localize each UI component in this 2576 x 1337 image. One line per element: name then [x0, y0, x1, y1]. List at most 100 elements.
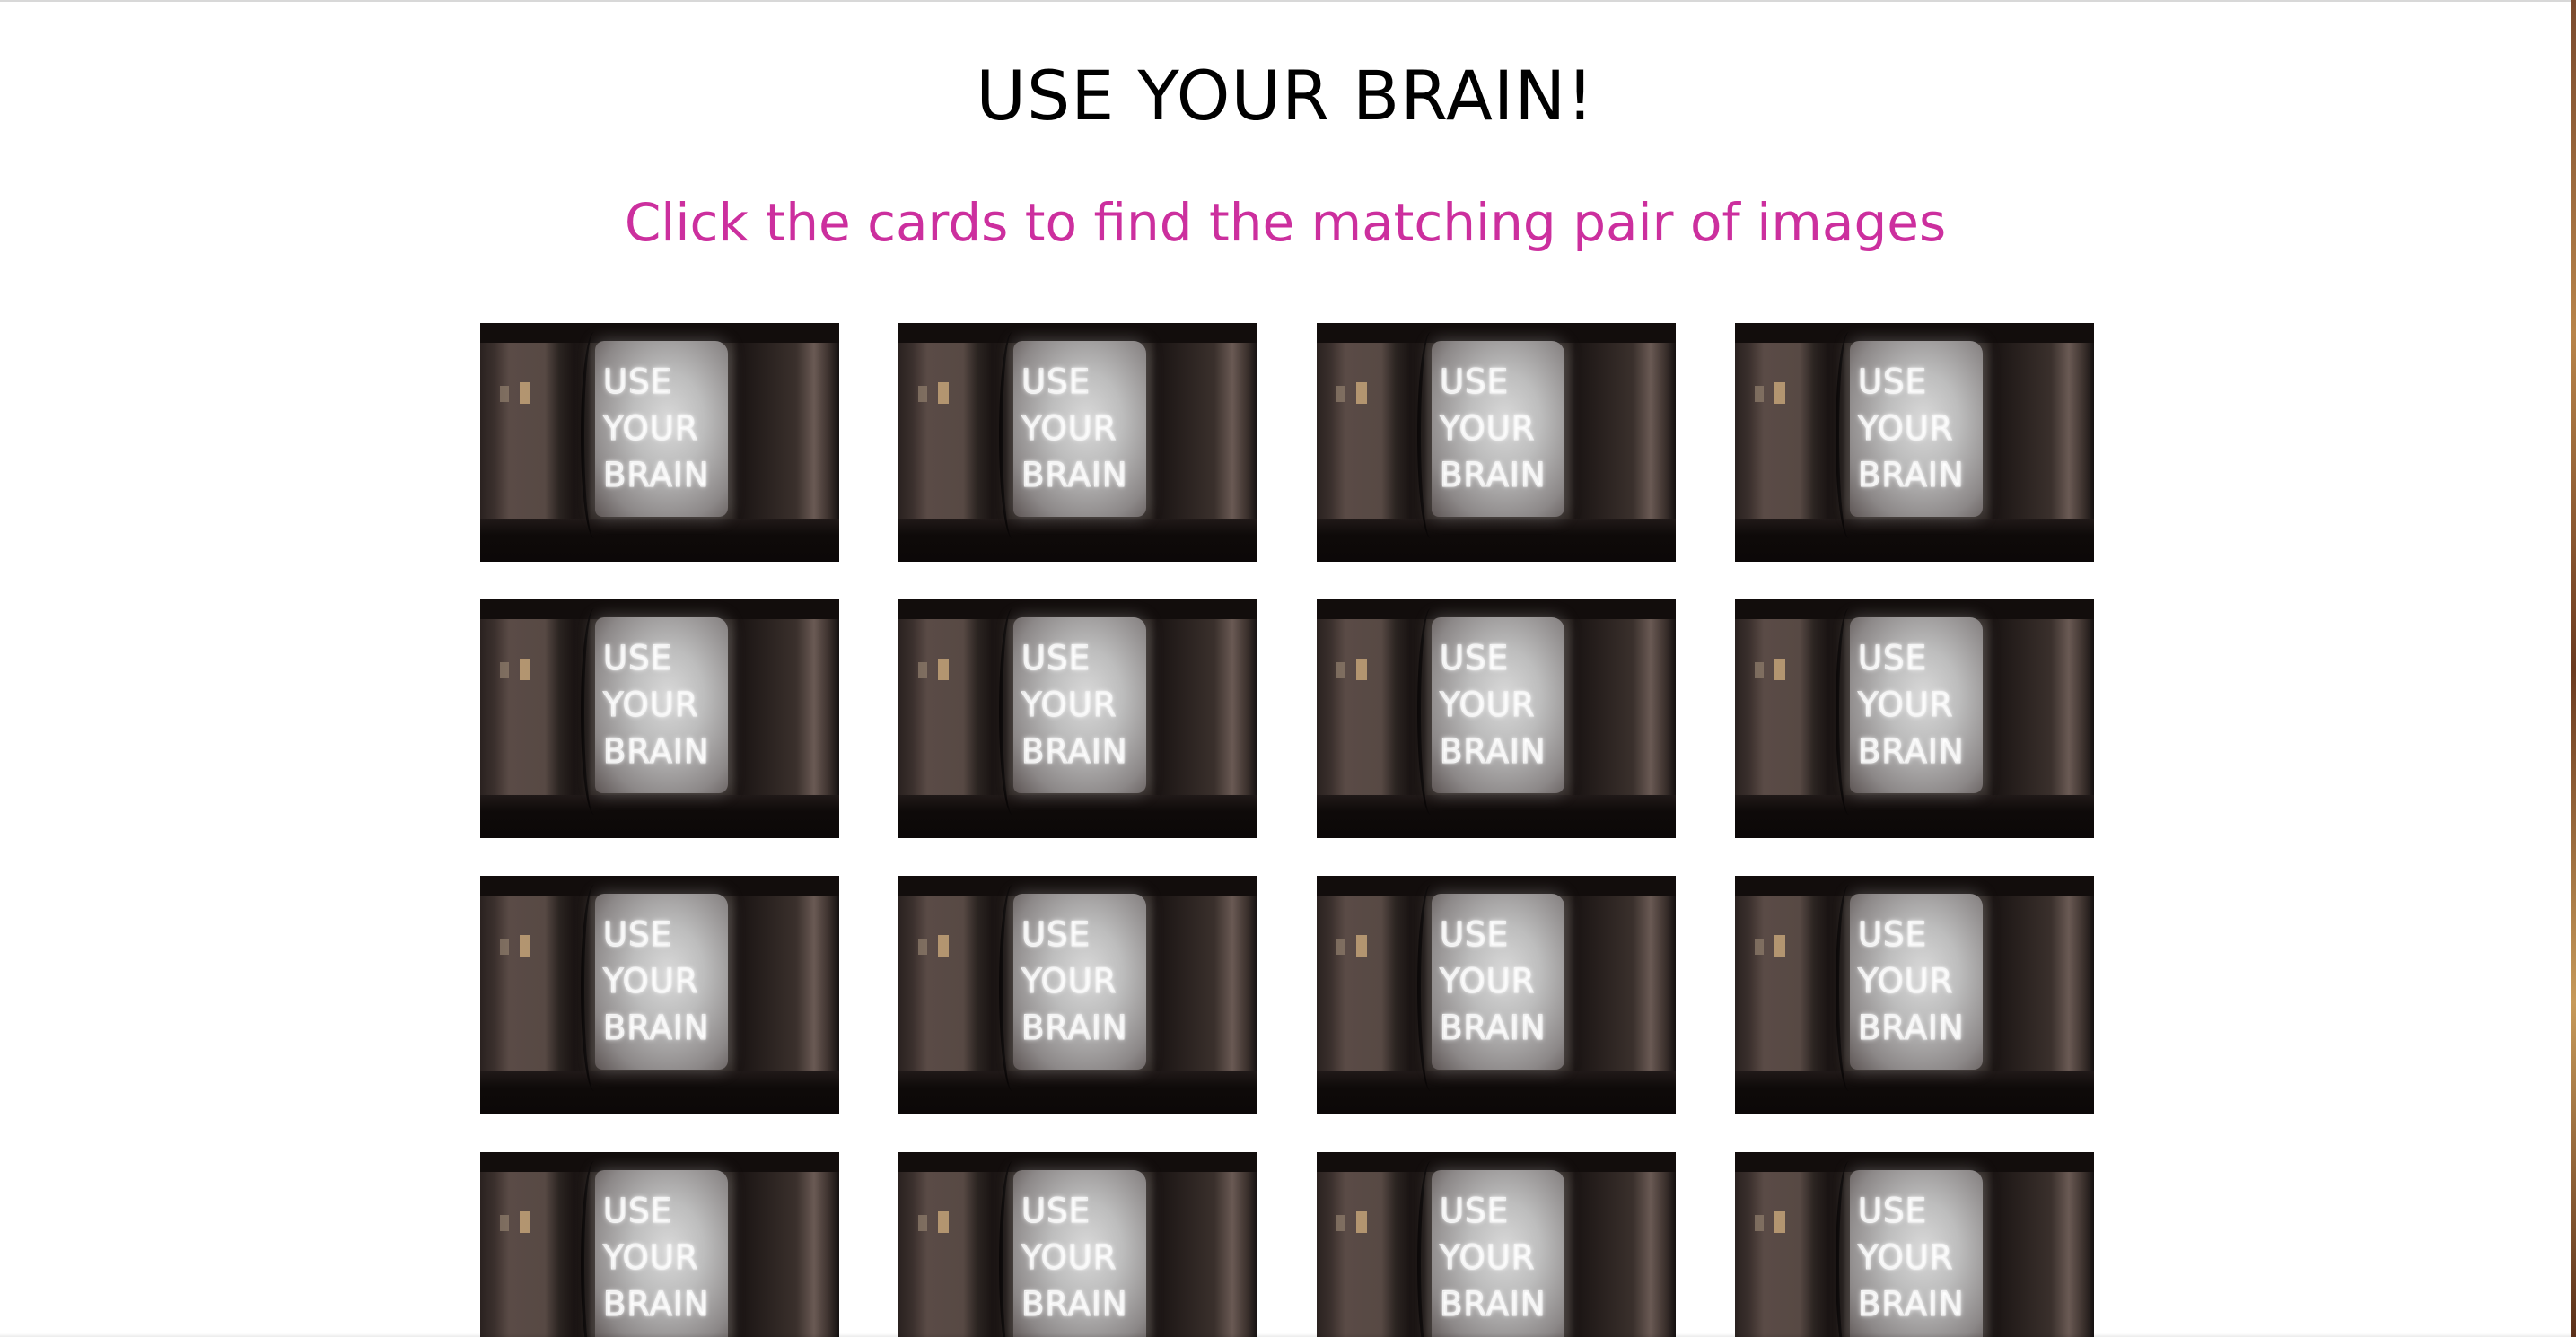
card-back-line: YOUR [1440, 409, 1536, 449]
card-back-text: USE YOUR BRAIN [1021, 1188, 1147, 1328]
card-back-line: USE [1440, 363, 1509, 402]
memory-card[interactable]: USE YOUR BRAIN [1735, 1152, 2094, 1337]
card-back-line: YOUR [1440, 1238, 1536, 1278]
card-back-line: BRAIN [603, 1009, 710, 1048]
card-back-text: USE YOUR BRAIN [603, 635, 729, 775]
card-back-line: YOUR [1858, 409, 1954, 449]
memory-card[interactable]: USE YOUR BRAIN [480, 599, 839, 838]
background-window-edge [2571, 0, 2576, 1337]
memory-card[interactable]: USE YOUR BRAIN [1317, 323, 1676, 562]
neon-sign-icon: USE YOUR BRAIN [480, 599, 839, 838]
neon-sign-icon: USE YOUR BRAIN [898, 1152, 1257, 1337]
neon-sign-icon: USE YOUR BRAIN [480, 323, 839, 562]
card-back-line: USE [1858, 915, 1927, 955]
neon-sign-icon: USE YOUR BRAIN [1317, 323, 1676, 562]
memory-card[interactable]: USE YOUR BRAIN [480, 323, 839, 562]
card-back-line: USE [603, 1192, 672, 1231]
card-back-line: USE [1021, 1192, 1091, 1231]
card-back-line: YOUR [1440, 686, 1536, 725]
card-grid: USE YOUR BRAIN USE YOUR BRAIN USE YOUR BRAIN USE Y… [480, 323, 2096, 1337]
card-back-line: BRAIN [1021, 732, 1128, 772]
card-back-line: USE [1858, 1192, 1927, 1231]
memory-card[interactable]: USE YOUR BRAIN [1317, 599, 1676, 838]
card-back-text: USE YOUR BRAIN [1858, 912, 1984, 1052]
card-back-line: BRAIN [1021, 1009, 1128, 1048]
card-back-line: BRAIN [1858, 1009, 1965, 1048]
neon-sign-icon: USE YOUR BRAIN [1735, 599, 2094, 838]
card-back-line: BRAIN [1440, 732, 1546, 772]
card-back-line: BRAIN [603, 732, 710, 772]
card-back-line: USE [1021, 363, 1091, 402]
card-back-line: BRAIN [603, 1285, 710, 1324]
card-back-line: USE [1021, 639, 1091, 678]
card-back-line: YOUR [1021, 1238, 1117, 1278]
card-back-line: YOUR [1021, 409, 1117, 449]
card-back-line: USE [1440, 639, 1509, 678]
card-back-text: USE YOUR BRAIN [603, 359, 729, 499]
page-title: USE YOUR BRAIN! [976, 56, 1595, 135]
card-back-line: YOUR [603, 409, 699, 449]
memory-card[interactable]: USE YOUR BRAIN [1735, 323, 2094, 562]
neon-sign-icon: USE YOUR BRAIN [480, 1152, 839, 1337]
neon-sign-icon: USE YOUR BRAIN [1317, 599, 1676, 838]
card-back-line: USE [603, 363, 672, 402]
neon-sign-icon: USE YOUR BRAIN [898, 323, 1257, 562]
neon-sign-icon: USE YOUR BRAIN [898, 876, 1257, 1114]
card-back-line: BRAIN [1858, 456, 1965, 495]
card-back-line: YOUR [1021, 962, 1117, 1001]
card-back-text: USE YOUR BRAIN [1858, 635, 1984, 775]
neon-sign-icon: USE YOUR BRAIN [1735, 876, 2094, 1114]
card-back-text: USE YOUR BRAIN [1858, 1188, 1984, 1328]
memory-card[interactable]: USE YOUR BRAIN [480, 876, 839, 1114]
card-back-line: YOUR [1858, 1238, 1954, 1278]
card-back-text: USE YOUR BRAIN [603, 1188, 729, 1328]
memory-card[interactable]: USE YOUR BRAIN [898, 1152, 1257, 1337]
neon-sign-icon: USE YOUR BRAIN [1317, 876, 1676, 1114]
memory-card[interactable]: USE YOUR BRAIN [1735, 599, 2094, 838]
card-back-line: USE [1858, 639, 1927, 678]
card-back-line: YOUR [603, 962, 699, 1001]
card-back-line: BRAIN [603, 456, 710, 495]
card-back-line: BRAIN [1440, 1285, 1546, 1324]
viewport-bottom-shade [0, 1333, 2571, 1337]
memory-card[interactable]: USE YOUR BRAIN [1317, 876, 1676, 1114]
card-back-line: YOUR [603, 686, 699, 725]
card-back-text: USE YOUR BRAIN [603, 912, 729, 1052]
card-back-line: USE [1858, 363, 1927, 402]
card-back-text: USE YOUR BRAIN [1858, 359, 1984, 499]
memory-card[interactable]: USE YOUR BRAIN [898, 323, 1257, 562]
memory-card[interactable]: USE YOUR BRAIN [898, 876, 1257, 1114]
card-back-line: BRAIN [1021, 456, 1128, 495]
card-back-line: BRAIN [1021, 1285, 1128, 1324]
card-back-text: USE YOUR BRAIN [1440, 912, 1565, 1052]
neon-sign-icon: USE YOUR BRAIN [1735, 323, 2094, 562]
card-back-line: BRAIN [1858, 732, 1965, 772]
card-back-line: USE [603, 915, 672, 955]
card-back-line: YOUR [603, 1238, 699, 1278]
memory-card[interactable]: USE YOUR BRAIN [898, 599, 1257, 838]
memory-card[interactable]: USE YOUR BRAIN [1317, 1152, 1676, 1337]
neon-sign-icon: USE YOUR BRAIN [1317, 1152, 1676, 1337]
memory-game: USE YOUR BRAIN! Click the cards to find … [0, 0, 2571, 1337]
card-back-line: YOUR [1021, 686, 1117, 725]
card-back-line: BRAIN [1858, 1285, 1965, 1324]
card-back-text: USE YOUR BRAIN [1021, 359, 1147, 499]
card-back-line: USE [1021, 915, 1091, 955]
card-back-line: BRAIN [1440, 1009, 1546, 1048]
card-back-text: USE YOUR BRAIN [1440, 359, 1565, 499]
memory-card[interactable]: USE YOUR BRAIN [480, 1152, 839, 1337]
card-back-line: YOUR [1858, 686, 1954, 725]
neon-sign-icon: USE YOUR BRAIN [480, 876, 839, 1114]
card-back-line: BRAIN [1440, 456, 1546, 495]
card-back-text: USE YOUR BRAIN [1021, 912, 1147, 1052]
neon-sign-icon: USE YOUR BRAIN [1735, 1152, 2094, 1337]
card-back-line: YOUR [1858, 962, 1954, 1001]
memory-card[interactable]: USE YOUR BRAIN [1735, 876, 2094, 1114]
card-back-line: USE [603, 639, 672, 678]
card-back-line: YOUR [1440, 962, 1536, 1001]
card-back-line: USE [1440, 1192, 1509, 1231]
card-back-text: USE YOUR BRAIN [1440, 635, 1565, 775]
neon-sign-icon: USE YOUR BRAIN [898, 599, 1257, 838]
card-back-text: USE YOUR BRAIN [1021, 635, 1147, 775]
card-back-line: USE [1440, 915, 1509, 955]
